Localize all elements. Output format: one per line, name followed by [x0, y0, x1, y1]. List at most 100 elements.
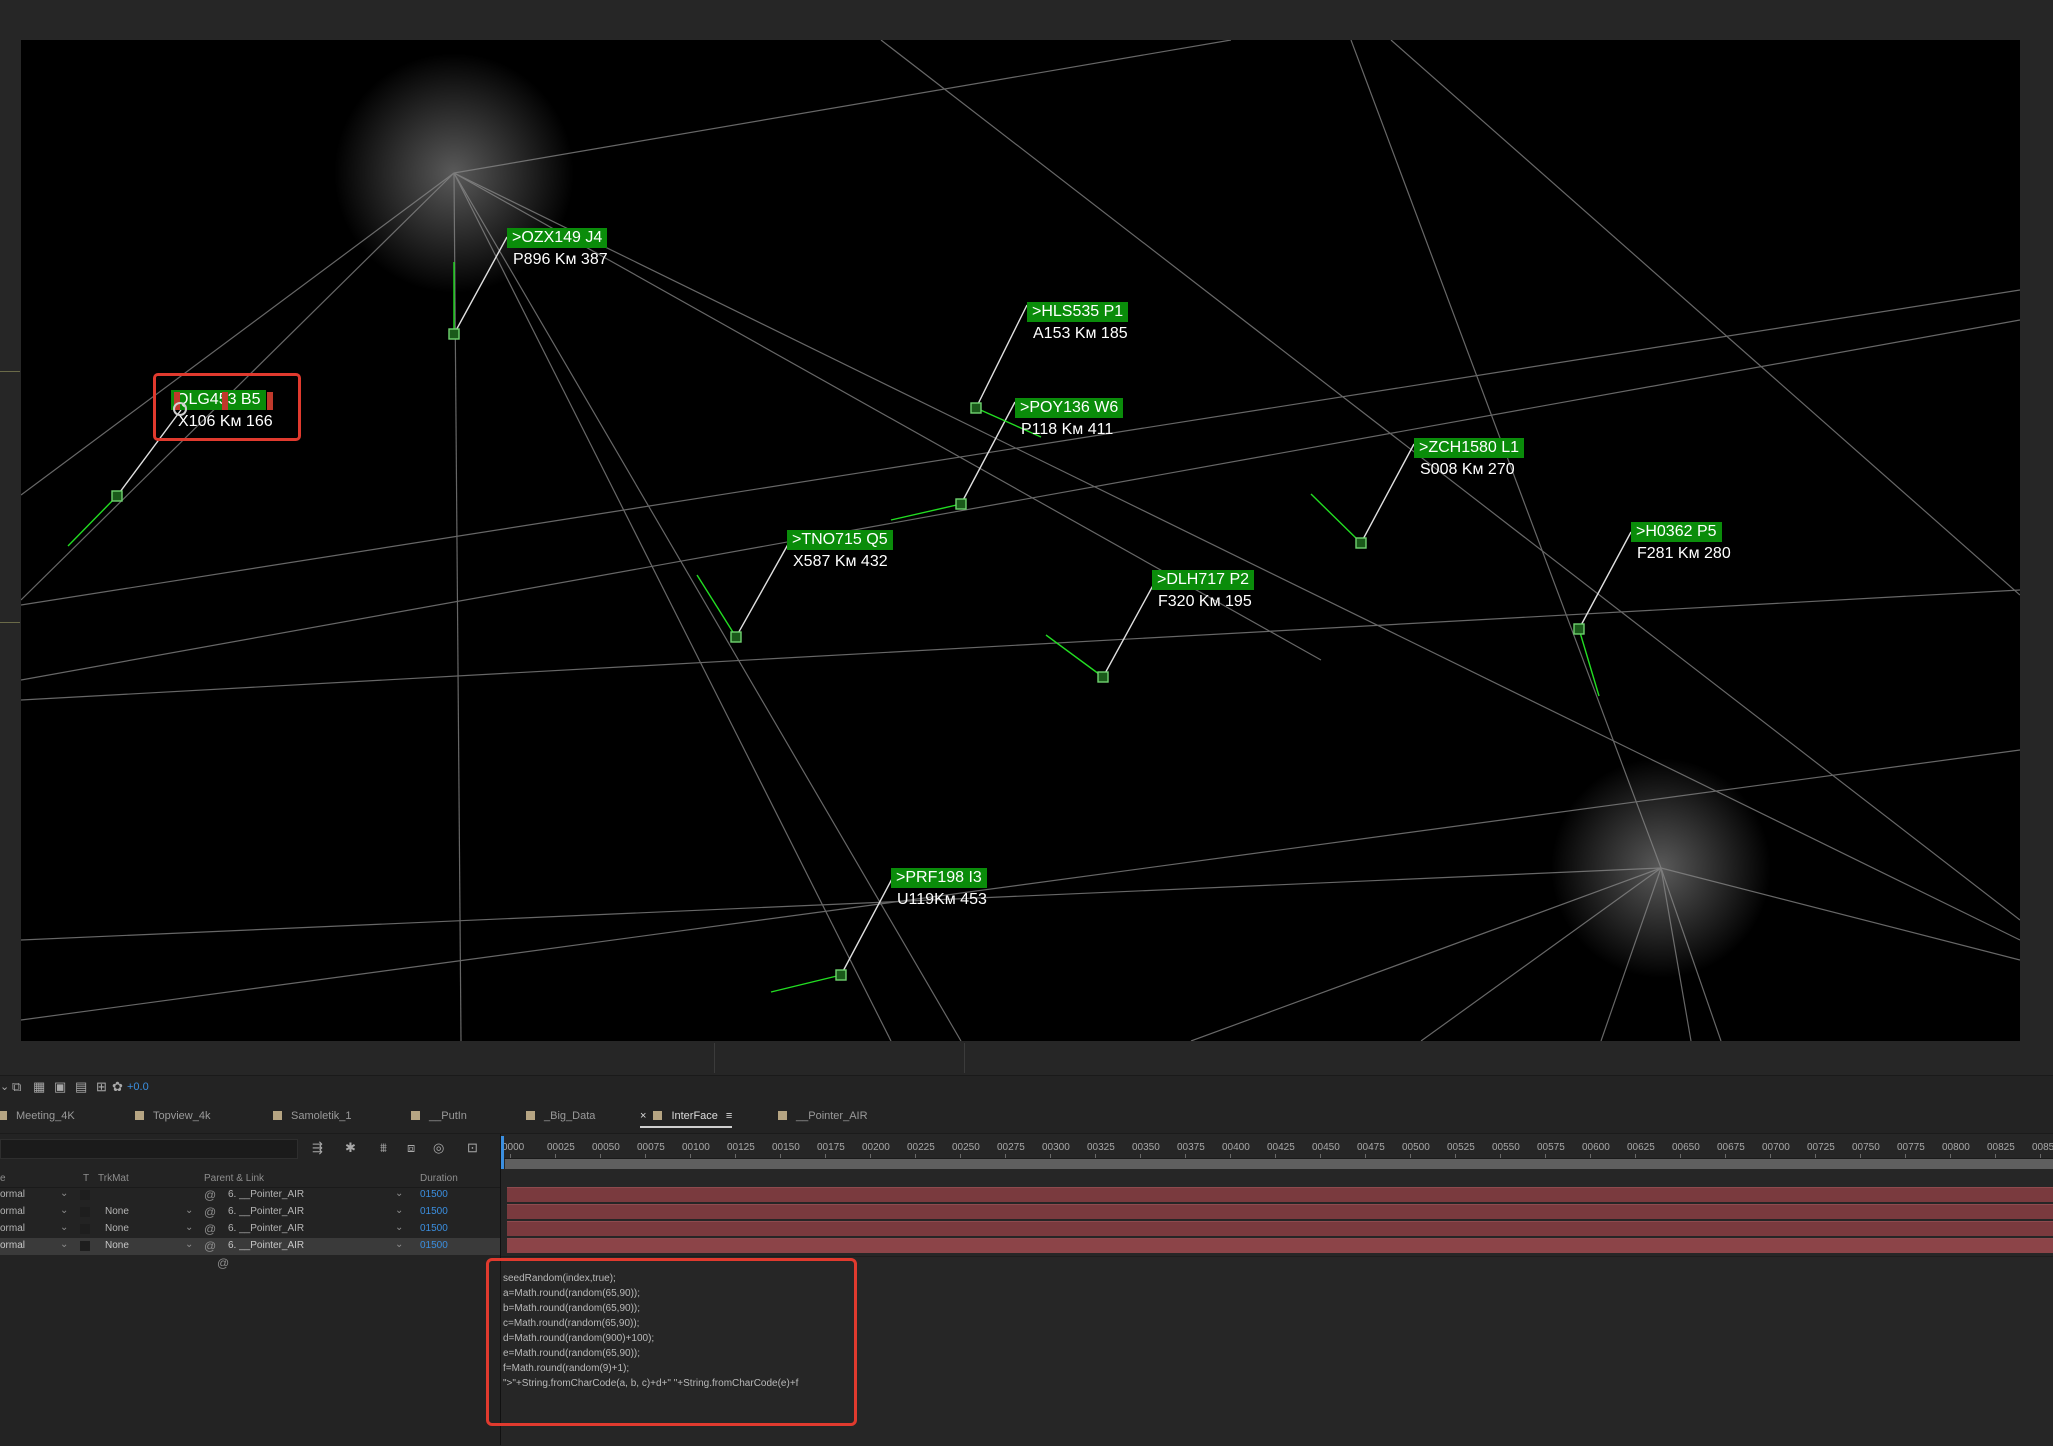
ruler-tick: [1320, 1154, 1321, 1158]
chevron-down-icon[interactable]: ⌄: [185, 1222, 193, 1233]
chevron-down-icon[interactable]: ⌄: [395, 1222, 403, 1233]
ruler-tick-label: 00600: [1582, 1142, 1610, 1153]
chevron-down-icon[interactable]: ⌄: [185, 1205, 193, 1216]
tab-interface[interactable]: × InterFace ≡: [640, 1110, 733, 1128]
flowchart-icon[interactable]: ⊞: [96, 1079, 107, 1095]
parent-name[interactable]: 6. __Pointer_AIR: [228, 1206, 304, 1217]
tab-meeting-4k[interactable]: Meeting_4K: [0, 1110, 75, 1122]
chevron-down-icon[interactable]: ⌄: [60, 1222, 68, 1233]
snapshot-icon[interactable]: ▣: [54, 1079, 66, 1095]
label-color-swatch: [526, 1111, 535, 1120]
ruler-tick: [960, 1154, 961, 1158]
exposure-icon[interactable]: ✿: [112, 1079, 123, 1095]
frame-blending-icon[interactable]: ⩩: [380, 1140, 387, 1156]
t-checkbox[interactable]: [80, 1241, 90, 1251]
ruler-tick-label: 00650: [1672, 1142, 1700, 1153]
ruler-tick: [1230, 1154, 1231, 1158]
chevron-down-icon[interactable]: ⌄: [60, 1239, 68, 1250]
parent-name[interactable]: 6. __Pointer_AIR: [228, 1189, 304, 1200]
layer-row-selected[interactable]: ormal ⌄ None ⌄ @ 6. __Pointer_AIR ⌄ 0150…: [0, 1238, 500, 1255]
viewer-toolbar: ⌄ ⧉ ▦ ▣ ▤ ⊞ ✿ +0.0: [0, 1075, 2053, 1100]
target-tag: >PRF198 I3: [891, 868, 987, 888]
trkmat-value[interactable]: None: [105, 1240, 129, 1251]
tab-label: __Pointer_AIR: [796, 1110, 868, 1122]
transparency-grid-icon[interactable]: ▦: [33, 1079, 45, 1095]
region-of-interest-icon[interactable]: ⧉: [12, 1079, 21, 1095]
ruler-tick: [915, 1154, 916, 1158]
tab-big-data[interactable]: _Big_Data: [526, 1110, 595, 1122]
chevron-down-icon[interactable]: ⌄: [0, 1080, 9, 1093]
timeline-tabs: Meeting_4K Topview_4k Samoletik_1 __PutI…: [0, 1103, 2053, 1134]
blend-mode[interactable]: ormal: [0, 1206, 25, 1217]
shy-layers-icon[interactable]: ✱: [345, 1140, 356, 1156]
ruler-tick-label: 00450: [1312, 1142, 1340, 1153]
duration-value[interactable]: 01500: [420, 1206, 448, 1217]
ruler-tick: [1860, 1154, 1861, 1158]
ruler-tick-label: 00425: [1267, 1142, 1295, 1153]
t-checkbox[interactable]: [80, 1207, 90, 1217]
layer-bar[interactable]: [507, 1221, 2053, 1236]
playhead[interactable]: [501, 1136, 504, 1169]
draft-3d-icon[interactable]: ⇶: [312, 1140, 323, 1156]
chevron-down-icon[interactable]: ⌄: [60, 1188, 68, 1199]
tab-topview-4k[interactable]: Topview_4k: [135, 1110, 210, 1122]
chevron-down-icon[interactable]: ⌄: [185, 1239, 193, 1250]
target-sub: P896 Kм 387: [513, 251, 608, 268]
layer-bar-selected[interactable]: [507, 1238, 2053, 1253]
pickwhip-icon[interactable]: @: [204, 1222, 216, 1236]
blend-mode[interactable]: ormal: [0, 1189, 25, 1200]
chevron-down-icon[interactable]: ⌄: [395, 1205, 403, 1216]
tab-samoletik-1[interactable]: Samoletik_1: [273, 1110, 352, 1122]
tab-label: Topview_4k: [153, 1110, 211, 1122]
mask-icon[interactable]: ⊡: [467, 1140, 478, 1156]
trkmat-value[interactable]: None: [105, 1223, 129, 1234]
ruler-tick: [1590, 1154, 1591, 1158]
ruler-tick: [1365, 1154, 1366, 1158]
label-color-swatch: [273, 1111, 282, 1120]
ruler-tick-label: 00175: [817, 1142, 845, 1153]
ruler-tick: [555, 1154, 556, 1158]
graph-editor-icon[interactable]: ◎: [433, 1140, 444, 1156]
duration-value[interactable]: 01500: [420, 1189, 448, 1200]
ruler-tick: [1905, 1154, 1906, 1158]
channel-icon[interactable]: ▤: [75, 1079, 87, 1095]
target-tag: >ZCH1580 L1: [1414, 438, 1525, 458]
tab-menu-icon[interactable]: ≡: [726, 1110, 732, 1122]
layer-row[interactable]: ormal ⌄ None ⌄ @ 6. __Pointer_AIR ⌄ 0150…: [0, 1204, 500, 1221]
pickwhip-icon[interactable]: @: [204, 1205, 216, 1219]
layer-bar[interactable]: [507, 1187, 2053, 1202]
duration-value[interactable]: 01500: [420, 1240, 448, 1251]
tab-putin[interactable]: __PutIn: [411, 1110, 467, 1122]
chevron-down-icon[interactable]: ⌄: [395, 1239, 403, 1250]
column-mode: e: [0, 1173, 6, 1184]
t-checkbox[interactable]: [80, 1190, 90, 1200]
blend-mode[interactable]: ormal: [0, 1240, 25, 1251]
layer-search-input[interactable]: [0, 1139, 298, 1159]
tab-label: __PutIn: [429, 1110, 467, 1122]
pickwhip-icon[interactable]: @: [204, 1239, 216, 1253]
layer-row[interactable]: ormal ⌄ @ 6. __Pointer_AIR ⌄ 01500: [0, 1187, 500, 1204]
parent-name[interactable]: 6. __Pointer_AIR: [228, 1240, 304, 1251]
work-area-bar[interactable]: [505, 1159, 2053, 1169]
ruler-tick-label: 00475: [1357, 1142, 1385, 1153]
blend-mode[interactable]: ormal: [0, 1223, 25, 1234]
motion-blur-icon[interactable]: ⧈: [407, 1140, 415, 1156]
layer-row[interactable]: ormal ⌄ None ⌄ @ 6. __Pointer_AIR ⌄ 0150…: [0, 1221, 500, 1238]
pickwhip-icon[interactable]: @: [217, 1256, 229, 1270]
ruler-tick: [1050, 1154, 1051, 1158]
parent-name[interactable]: 6. __Pointer_AIR: [228, 1223, 304, 1234]
composition-canvas[interactable]: >OZX149 J4 P896 Kм 387 >HLS535 P1 A153 K…: [21, 40, 2020, 1041]
exposure-value[interactable]: +0.0: [127, 1081, 149, 1093]
ruler-tick-label: 00800: [1942, 1142, 1970, 1153]
t-checkbox[interactable]: [80, 1224, 90, 1234]
layer-bar[interactable]: [507, 1204, 2053, 1219]
time-ruler[interactable]: 0000 00025 00050 00075 00100 00125 00150 00175 0…: [501, 1134, 2053, 1159]
duration-value[interactable]: 01500: [420, 1223, 448, 1234]
chevron-down-icon[interactable]: ⌄: [60, 1205, 68, 1216]
chevron-down-icon[interactable]: ⌄: [395, 1188, 403, 1199]
ruler-tick: [825, 1154, 826, 1158]
trkmat-value[interactable]: None: [105, 1206, 129, 1217]
tab-close-icon[interactable]: ×: [640, 1110, 646, 1122]
pickwhip-icon[interactable]: @: [204, 1188, 216, 1202]
tab-pointer-air[interactable]: __Pointer_AIR: [778, 1110, 868, 1122]
